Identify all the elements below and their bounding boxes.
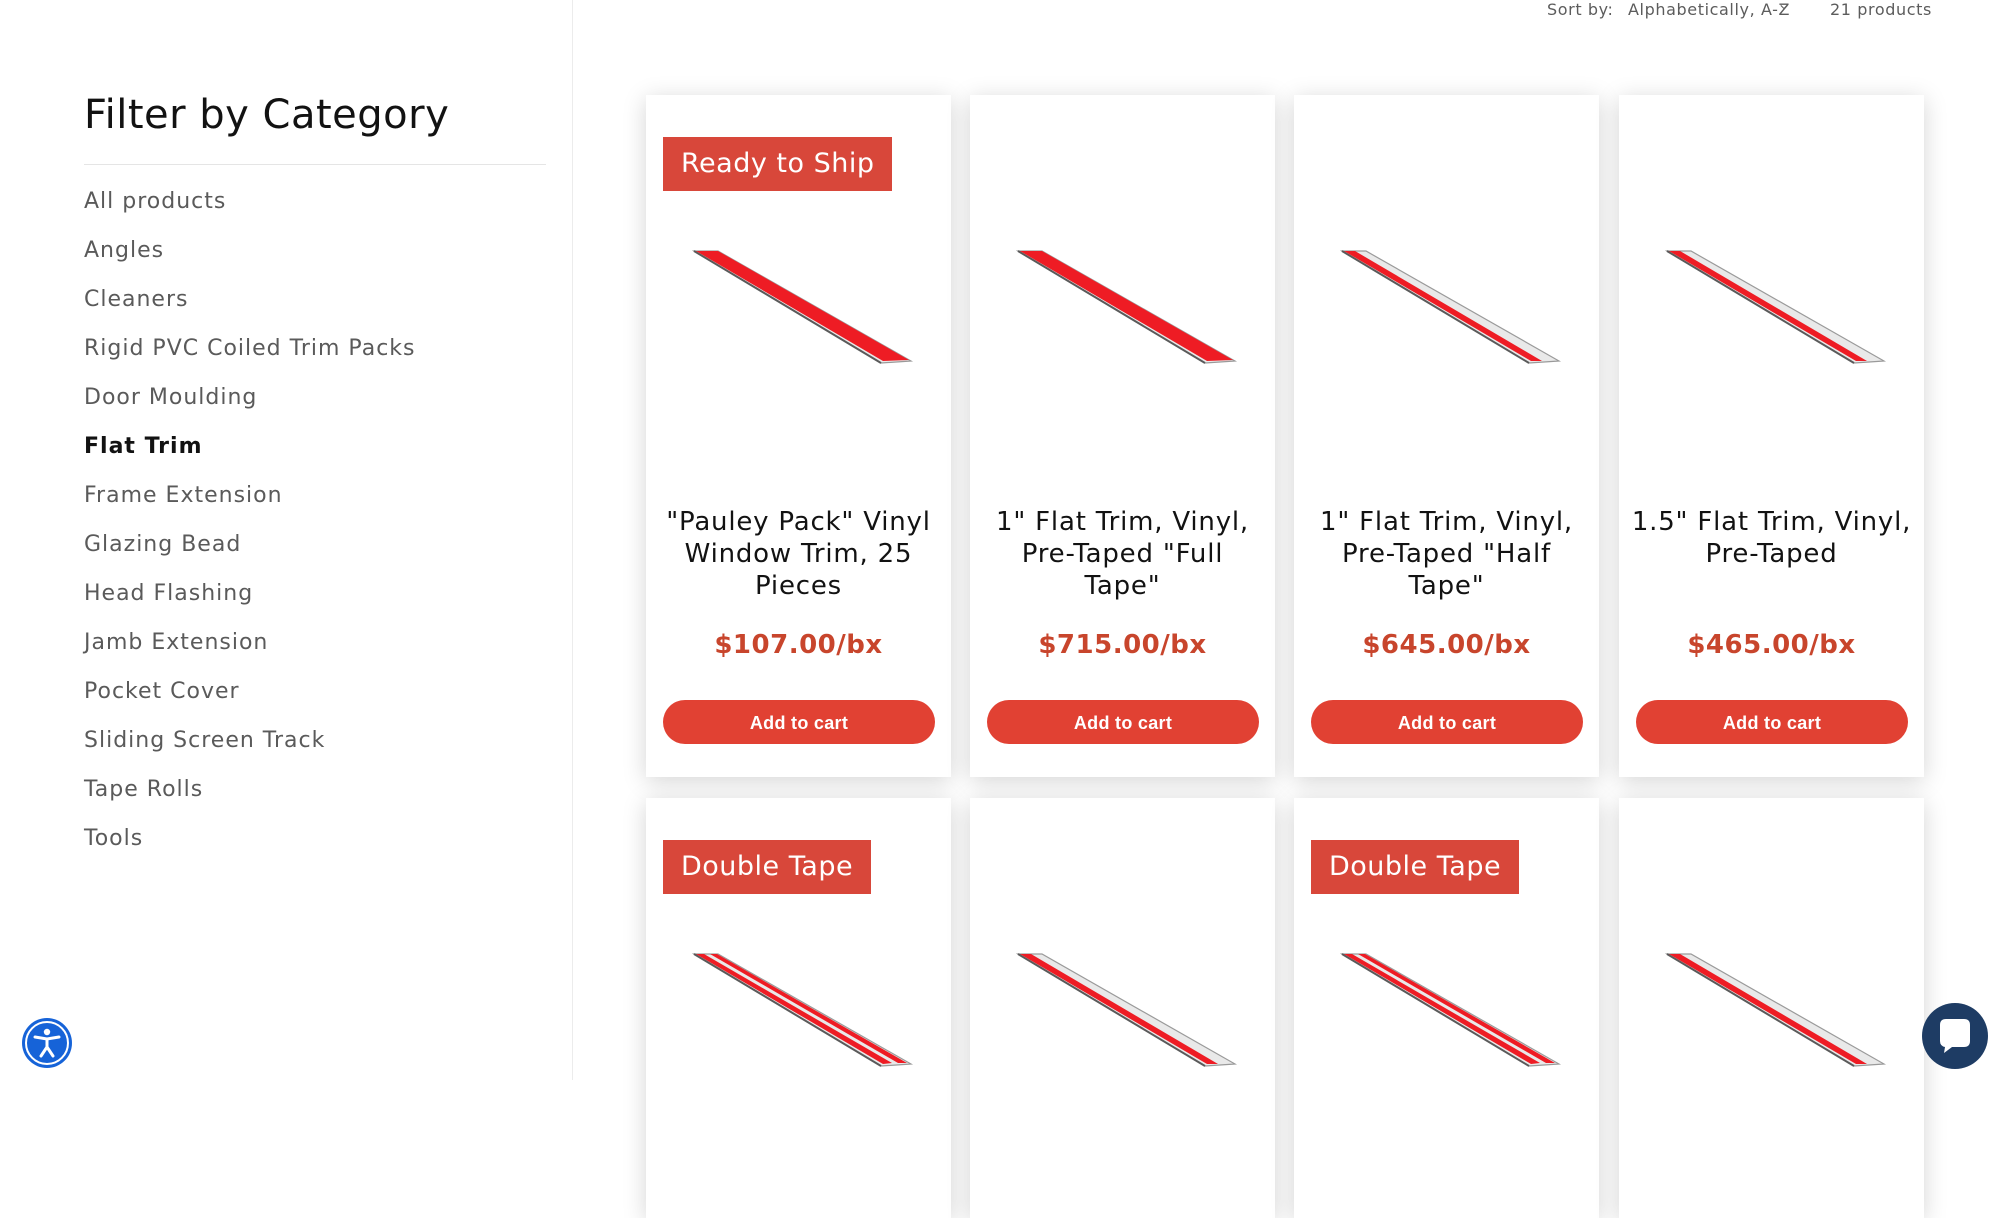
category-item-head-flashing[interactable]: Head Flashing	[84, 575, 416, 624]
product-badge-ready-to-ship: Ready to Ship	[663, 137, 893, 191]
sort-select[interactable]: Alphabetically, A-Z	[1628, 0, 1790, 19]
sort-label: Sort by:	[1547, 0, 1614, 19]
chat-bubble-icon	[1940, 1019, 1970, 1053]
product-price: $715.00/bx	[1038, 630, 1207, 660]
product-image[interactable]	[1649, 936, 1899, 1076]
product-badge-double-tape: Double Tape	[1311, 840, 1520, 894]
category-item-jamb-extension[interactable]: Jamb Extension	[84, 624, 416, 673]
product-price: $107.00/bx	[714, 630, 883, 660]
product-image[interactable]	[1324, 233, 1574, 373]
add-to-cart-button[interactable]: Add to cart	[987, 700, 1259, 744]
category-item-door-moulding[interactable]: Door Moulding	[84, 379, 416, 428]
category-item-rigid-pvc-coiled-trim-packs[interactable]: Rigid PVC Coiled Trim Packs	[84, 330, 416, 379]
chevron-down-icon[interactable]	[1780, 3, 1788, 11]
category-sidebar: Filter by Category All products Angles C…	[0, 0, 573, 1080]
product-card[interactable]: 1.5" Flat Trim, Vinyl, Pre-Taped $465.00/…	[1619, 95, 1924, 777]
filter-divider	[84, 164, 546, 165]
category-item-angles[interactable]: Angles	[84, 232, 416, 281]
category-item-pocket-cover[interactable]: Pocket Cover	[84, 673, 416, 722]
product-title[interactable]: 1" Flat Trim, Vinyl, Pre-Taped "Full Tap…	[980, 506, 1265, 602]
category-item-sliding-screen-track[interactable]: Sliding Screen Track	[84, 722, 416, 771]
product-price: $645.00/bx	[1362, 630, 1531, 660]
product-card[interactable]: 1" Flat Trim, Vinyl, Pre-Taped "Full Tap…	[970, 95, 1275, 777]
add-to-cart-button[interactable]: Add to cart	[1311, 700, 1583, 744]
product-card[interactable]: Double Tape	[1294, 798, 1599, 1218]
product-card[interactable]: Double Tape	[646, 798, 951, 1218]
filter-title: Filter by Category	[84, 92, 450, 138]
product-card[interactable]	[1619, 798, 1924, 1218]
product-count: 21 products	[1830, 0, 1932, 19]
product-title[interactable]: 1.5" Flat Trim, Vinyl, Pre-Taped	[1629, 506, 1914, 570]
product-image[interactable]	[676, 936, 926, 1076]
category-item-flat-trim[interactable]: Flat Trim	[84, 428, 416, 477]
chat-button[interactable]	[1922, 1003, 1988, 1069]
product-price: $465.00/bx	[1687, 630, 1856, 660]
product-card[interactable]	[970, 798, 1275, 1218]
add-to-cart-button[interactable]: Add to cart	[663, 700, 935, 744]
category-item-glazing-bead[interactable]: Glazing Bead	[84, 526, 416, 575]
accessibility-button[interactable]	[22, 1018, 72, 1068]
product-title[interactable]: 1" Flat Trim, Vinyl, Pre-Taped "Half Tap…	[1304, 506, 1589, 602]
product-card[interactable]: Ready to Ship "Pauley Pack" Vinyl Window …	[646, 95, 951, 777]
category-item-tools[interactable]: Tools	[84, 820, 416, 869]
category-item-all-products[interactable]: All products	[84, 183, 416, 232]
product-card[interactable]: 1" Flat Trim, Vinyl, Pre-Taped "Half Tap…	[1294, 95, 1599, 777]
category-item-tape-rolls[interactable]: Tape Rolls	[84, 771, 416, 820]
product-title[interactable]: "Pauley Pack" Vinyl Window Trim, 25 Piec…	[656, 506, 941, 602]
product-image[interactable]	[1000, 233, 1250, 373]
product-badge-double-tape: Double Tape	[663, 840, 872, 894]
product-image[interactable]	[676, 233, 926, 373]
product-image[interactable]	[1324, 936, 1574, 1076]
product-image[interactable]	[1649, 233, 1899, 373]
category-item-frame-extension[interactable]: Frame Extension	[84, 477, 416, 526]
add-to-cart-button[interactable]: Add to cart	[1636, 700, 1908, 744]
category-list: All products Angles Cleaners Rigid PVC C…	[84, 183, 416, 869]
category-item-cleaners[interactable]: Cleaners	[84, 281, 416, 330]
product-image[interactable]	[1000, 936, 1250, 1076]
accessibility-icon	[25, 1021, 69, 1065]
